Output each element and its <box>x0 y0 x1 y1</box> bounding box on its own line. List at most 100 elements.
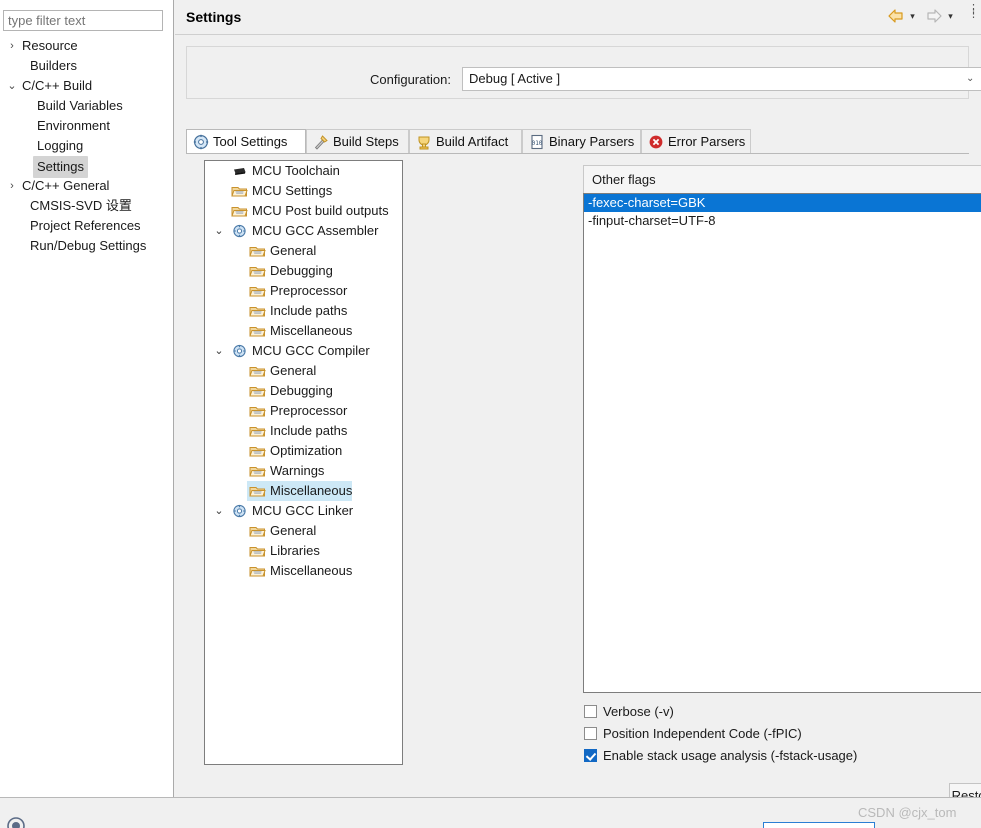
tool-tree-item-label: MCU GCC Compiler <box>252 343 370 358</box>
option-checkbox-row[interactable]: Enable stack usage analysis (-fstack-usa… <box>584 745 857 767</box>
chevron-down-icon[interactable]: ⌄ <box>213 341 225 361</box>
tool-tree-item[interactable]: Debugging <box>205 261 402 281</box>
tool-tree-item[interactable]: Warnings <box>205 461 402 481</box>
configuration-select[interactable]: Debug [ Active ] ⌄ <box>462 67 981 91</box>
tool-tree-item[interactable]: Miscellaneous <box>205 481 402 501</box>
tool-tree-item[interactable]: Preprocessor <box>205 401 402 421</box>
folder-icon <box>249 484 266 498</box>
tool-tree-item-label: Miscellaneous <box>270 323 353 338</box>
svg-text:010: 010 <box>532 140 543 147</box>
tab-build-steps[interactable]: Build Steps <box>306 129 409 154</box>
folder-icon <box>249 364 266 378</box>
tab-tool-settings[interactable]: Tool Settings <box>186 129 306 154</box>
flag-list-item[interactable]: -finput-charset=UTF-8 <box>584 212 981 230</box>
back-arrow-icon[interactable] <box>887 8 905 24</box>
tool-tree-item[interactable]: Include paths <box>205 421 402 441</box>
build-steps-icon <box>313 134 329 150</box>
tool-tree-item[interactable]: Preprocessor <box>205 281 402 301</box>
view-menu-icon[interactable]: ⋮ ⋮ <box>968 4 979 26</box>
sidebar-item[interactable]: ⌄ C/C++ Build <box>0 76 174 96</box>
tool-tree-item[interactable]: MCU Toolchain <box>205 161 402 181</box>
tool-tree-item-label: Preprocessor <box>270 403 348 418</box>
option-checkbox-row[interactable]: Verbose (-v) <box>584 701 857 723</box>
folder-icon <box>249 284 266 298</box>
sidebar-item[interactable]: Builders <box>0 56 174 76</box>
chevron-down-icon[interactable]: ⌄ <box>213 501 225 521</box>
chevron-down-icon[interactable]: ⌄ <box>6 76 18 96</box>
sidebar-item[interactable]: Project References <box>0 216 174 236</box>
tool-tree-item[interactable]: ⌄ MCU GCC Assembler <box>205 221 402 241</box>
ok-button[interactable] <box>763 822 875 828</box>
tool-tree-item-label: MCU GCC Linker <box>252 503 354 518</box>
checkbox-label: Verbose (-v) <box>603 704 674 719</box>
tool-tree-item[interactable]: Optimization <box>205 441 402 461</box>
options-checkbox-group: Verbose (-v) Position Independent Code (-… <box>584 701 857 767</box>
forward-arrow-icon <box>925 8 943 24</box>
folder-icon <box>249 384 266 398</box>
preferences-tree: › Resource Builders ⌄ C/C++ Build Build Varia… <box>0 36 174 256</box>
tab-label: Tool Settings <box>213 134 288 149</box>
tool-tree-item[interactable]: General <box>205 521 402 541</box>
filter-input[interactable] <box>3 10 163 31</box>
tab-error-parsers[interactable]: Error Parsers <box>641 129 751 154</box>
sidebar-item[interactable]: › C/C++ General <box>0 176 174 196</box>
tool-tree-item[interactable]: ⌄ MCU GCC Compiler <box>205 341 402 361</box>
folder-icon <box>249 524 266 538</box>
help-icon[interactable] <box>6 812 26 828</box>
tool-tree-item[interactable]: Miscellaneous <box>205 561 402 581</box>
flags-header: Other flags <box>583 165 981 193</box>
tool-tree-item[interactable]: Miscellaneous <box>205 321 402 341</box>
binary-parsers-icon: 010 <box>529 134 545 150</box>
sidebar-item[interactable]: Environment <box>0 116 174 136</box>
checkbox-indicator[interactable] <box>584 727 597 740</box>
tool-tree-item[interactable]: MCU Settings <box>205 181 402 201</box>
tab-build-artifact[interactable]: Build Artifact <box>409 129 522 154</box>
sidebar-item[interactable]: Settings <box>0 156 174 178</box>
folder-icon <box>249 544 266 558</box>
sidebar-item-label: Environment <box>37 118 110 133</box>
gear-blue-icon <box>231 504 248 518</box>
tool-tree-item-label: MCU Toolchain <box>252 163 340 178</box>
tool-tree[interactable]: MCU Toolchain MCU Settings MCU Post build … <box>204 160 403 765</box>
folder-icon <box>231 204 248 218</box>
sidebar-item[interactable]: Build Variables <box>0 96 174 116</box>
chip-icon <box>231 164 248 178</box>
folder-icon <box>249 464 266 478</box>
checkbox-indicator[interactable] <box>584 749 597 762</box>
forward-history-dropdown-icon[interactable]: ▾ <box>946 12 955 21</box>
checkbox-indicator[interactable] <box>584 705 597 718</box>
tool-tree-item[interactable]: Debugging <box>205 381 402 401</box>
sidebar-item[interactable]: Logging <box>0 136 174 156</box>
tool-settings-icon <box>193 134 209 150</box>
flags-list[interactable]: -fexec-charset=GBK -finput-charset=UTF-8 <box>583 193 981 693</box>
back-history-dropdown-icon[interactable]: ▾ <box>908 12 917 21</box>
tab-label: Error Parsers <box>668 134 746 149</box>
watermark-text: CSDN @cjx_tom <box>858 805 957 820</box>
chevron-right-icon[interactable]: › <box>6 36 18 56</box>
flags-title: Other flags <box>592 172 656 187</box>
sidebar-item-label: Build Variables <box>37 98 123 113</box>
sidebar-item-label: CMSIS-SVD 设置 <box>30 198 132 213</box>
sidebar-item[interactable]: Run/Debug Settings <box>0 236 174 256</box>
tab-binary-parsers[interactable]: 010 Binary Parsers <box>522 129 641 154</box>
folder-icon <box>249 444 266 458</box>
option-checkbox-row[interactable]: Position Independent Code (-fPIC) <box>584 723 857 745</box>
tool-tree-item-label: Debugging <box>270 263 333 278</box>
chevron-down-icon[interactable]: ⌄ <box>213 221 225 241</box>
tool-tree-item-label: Miscellaneous <box>270 563 353 578</box>
sidebar-item[interactable]: › Resource <box>0 36 174 56</box>
flag-list-item[interactable]: -fexec-charset=GBK <box>584 194 981 212</box>
tool-tree-item[interactable]: General <box>205 241 402 261</box>
sidebar-item[interactable]: CMSIS-SVD 设置 <box>0 196 174 216</box>
error-parsers-icon <box>648 134 664 150</box>
tool-tree-item[interactable]: Include paths <box>205 301 402 321</box>
tool-tree-item[interactable]: Libraries <box>205 541 402 561</box>
tool-tree-item[interactable]: MCU Post build outputs <box>205 201 402 221</box>
configuration-value: Debug [ Active ] <box>469 71 561 86</box>
preferences-sidebar: › Resource Builders ⌄ C/C++ Build Build Varia… <box>0 0 174 797</box>
chevron-right-icon[interactable]: › <box>6 176 18 196</box>
tab-label: Build Artifact <box>436 134 509 149</box>
folder-icon <box>249 564 266 578</box>
tool-tree-item[interactable]: General <box>205 361 402 381</box>
tool-tree-item[interactable]: ⌄ MCU GCC Linker <box>205 501 402 521</box>
